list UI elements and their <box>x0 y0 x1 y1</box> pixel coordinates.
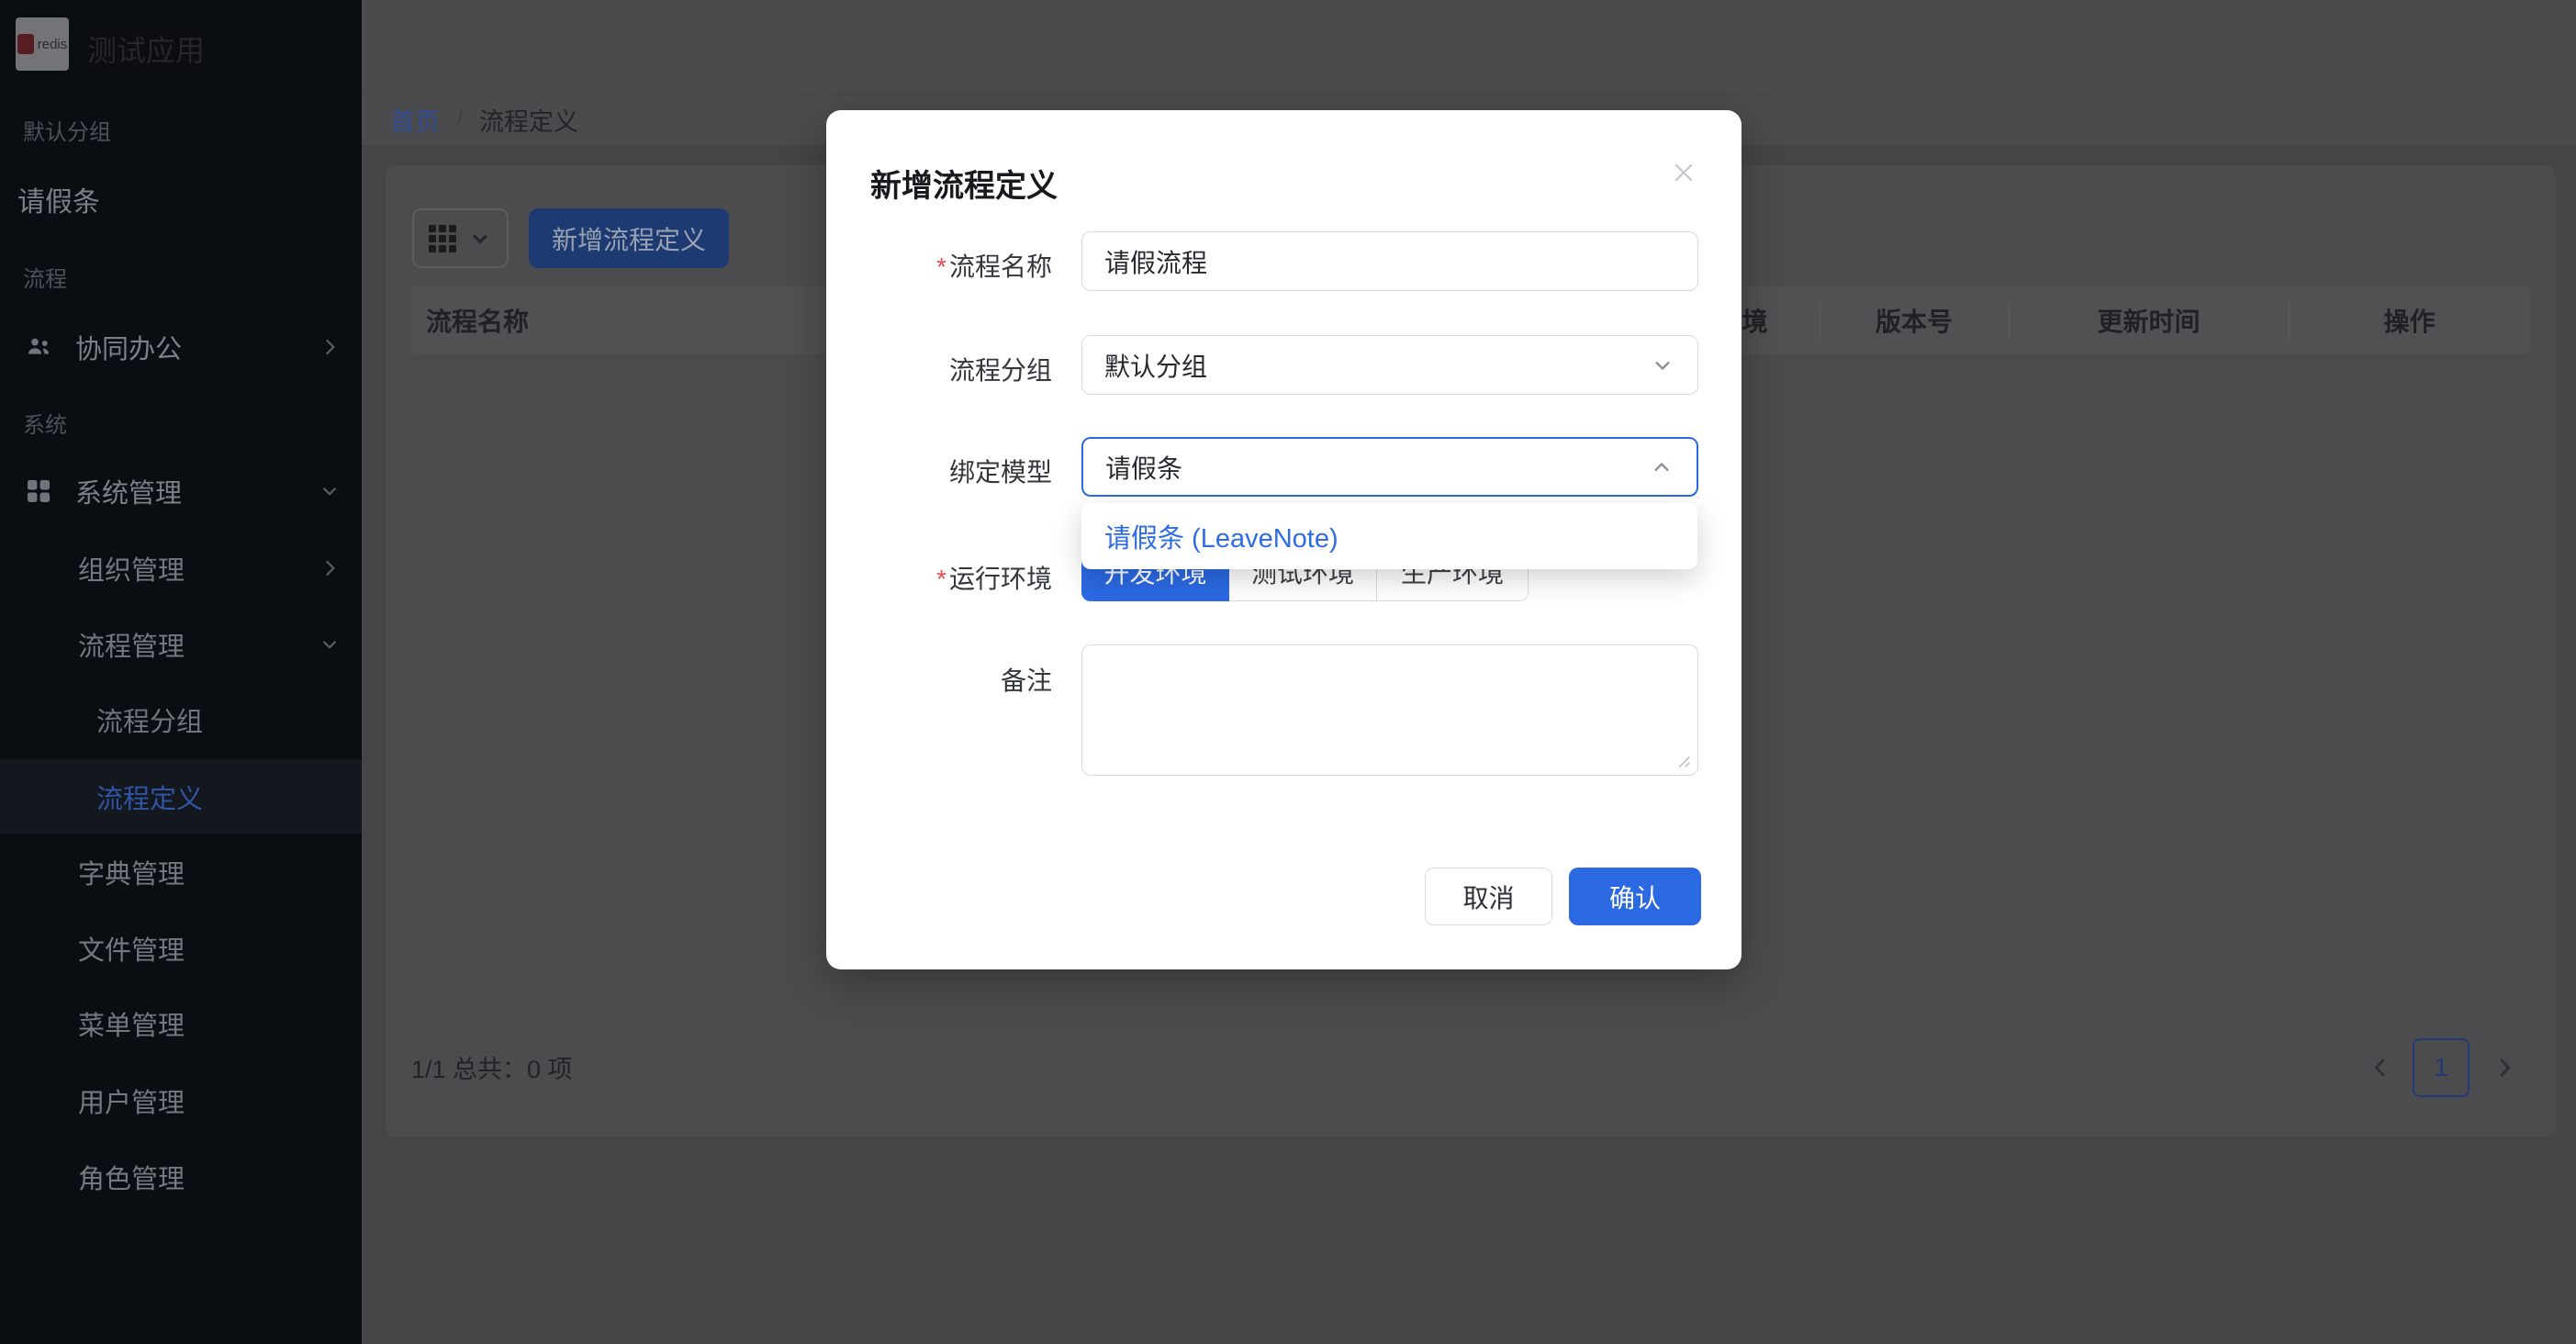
confirm-button[interactable]: 确认 <box>1569 868 1701 925</box>
column-divider <box>2009 302 2010 339</box>
remark-textarea[interactable] <box>1081 644 1698 776</box>
required-mark: * <box>936 252 946 281</box>
close-icon[interactable] <box>1663 152 1704 193</box>
top-header: admin <box>362 0 2576 94</box>
add-process-definition-button[interactable]: 新增流程定义 <box>529 208 729 268</box>
field-label-model: 绑定模型 <box>863 453 1052 489</box>
apps-icon <box>23 476 54 507</box>
field-label-name: *流程名称 <box>863 247 1052 284</box>
sidebar-item-dictionary-management[interactable]: 字典管理 <box>0 845 362 900</box>
sidebar-group-system: 系统 <box>23 409 67 436</box>
bind-model-select[interactable]: 请假条 <box>1081 437 1698 497</box>
breadcrumb-current: 流程定义 <box>479 102 578 138</box>
sidebar-item-role-management[interactable]: 角色管理 <box>0 1149 362 1204</box>
redis-logo-icon <box>17 34 34 54</box>
sidebar-item-org-management[interactable]: 组织管理 <box>0 541 362 596</box>
required-mark: * <box>936 565 946 593</box>
column-header-actions: 操作 <box>2289 286 2530 354</box>
column-header-updated: 更新时间 <box>2009 286 2289 354</box>
cancel-button[interactable]: 取消 <box>1425 868 1552 925</box>
team-icon <box>23 331 54 363</box>
chevron-down-icon <box>318 479 342 503</box>
column-divider <box>2289 302 2290 339</box>
app-logo: redis <box>16 17 69 71</box>
pagination-prev-icon[interactable] <box>2364 1051 2397 1084</box>
breadcrumb-separator: / <box>456 106 463 133</box>
sidebar-group-process: 流程 <box>23 263 67 290</box>
sidebar-item-process-definition-selected[interactable]: 流程定义 <box>0 759 362 834</box>
pagination-next-icon[interactable] <box>2488 1051 2521 1084</box>
dropdown-option-leave-note[interactable]: 请假条 (LeaveNote) <box>1104 517 1338 555</box>
model-select-dropdown: 请假条 (LeaveNote) <box>1081 503 1697 569</box>
breadcrumb-home-link[interactable]: 首页 <box>390 102 440 138</box>
sidebar-item-collab-office[interactable]: 协同办公 <box>0 319 362 375</box>
field-label-env: *运行环境 <box>863 559 1052 596</box>
column-settings-button[interactable] <box>412 208 509 268</box>
pagination-summary: 1/1 总共：0 项 <box>411 1039 573 1094</box>
process-group-select[interactable]: 默认分组 <box>1081 335 1698 395</box>
process-name-input[interactable] <box>1081 231 1698 291</box>
column-header-version: 版本号 <box>1820 286 2009 354</box>
pagination-page-1-button[interactable]: 1 <box>2413 1038 2470 1097</box>
app-window: admin 首页 / 流程定义 新增流程定义 流程名称 环境 版本号 更新时间 … <box>0 0 2576 1344</box>
chevron-up-icon <box>1649 454 1674 480</box>
chevron-down-icon <box>318 633 342 656</box>
grid-icon <box>429 225 456 252</box>
sidebar-item-file-management[interactable]: 文件管理 <box>0 921 362 976</box>
chevron-down-icon <box>1650 353 1675 378</box>
sidebar-item-process-management[interactable]: 流程管理 <box>0 617 362 672</box>
sidebar-item-menu-management[interactable]: 菜单管理 <box>0 996 362 1051</box>
sidebar-item-user-management[interactable]: 用户管理 <box>0 1073 362 1128</box>
sidebar: redis 测试应用 默认分组 请假条 流程 协同办公 系统 <box>0 0 362 1344</box>
chevron-right-icon <box>318 335 342 359</box>
app-title: 测试应用 <box>87 28 205 70</box>
sidebar-item-process-group[interactable]: 流程分组 <box>0 692 362 747</box>
modal-title: 新增流程定义 <box>870 161 1058 206</box>
chevron-right-icon <box>318 556 342 580</box>
field-label-group: 流程分组 <box>863 351 1052 387</box>
redis-logo-text: redis <box>38 37 68 52</box>
column-header-name: 流程名称 <box>426 286 529 354</box>
chevron-down-icon <box>467 226 493 252</box>
field-label-remark: 备注 <box>863 661 1052 698</box>
sidebar-item-system-management[interactable]: 系统管理 <box>0 464 362 519</box>
sidebar-item-leave-note[interactable]: 请假条 <box>0 172 362 227</box>
sidebar-group-default: 默认分组 <box>23 116 111 143</box>
